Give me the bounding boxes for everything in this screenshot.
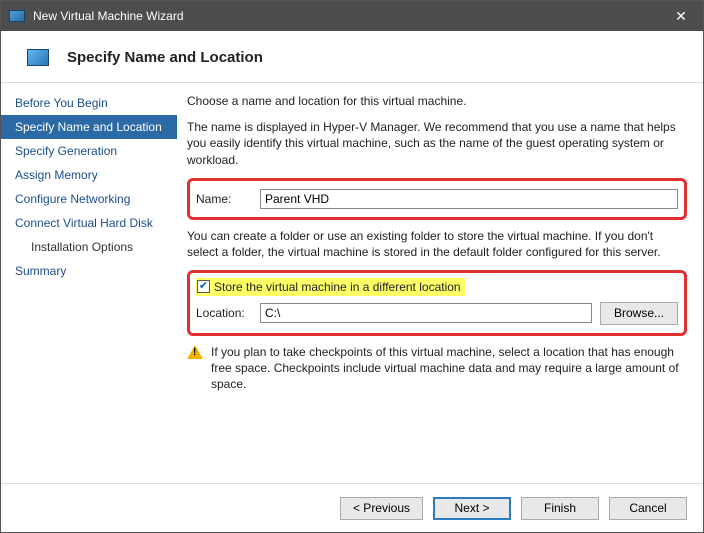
warning-row: If you plan to take checkpoints of this … <box>187 344 687 393</box>
window-title: New Virtual Machine Wizard <box>33 9 659 23</box>
wizard-content: Choose a name and location for this virt… <box>177 83 703 483</box>
wizard-header: Specify Name and Location <box>1 31 703 82</box>
titlebar: New Virtual Machine Wizard ✕ <box>1 1 703 31</box>
step-summary[interactable]: Summary <box>1 259 177 283</box>
step-specify-generation[interactable]: Specify Generation <box>1 139 177 163</box>
step-sidebar: Before You Begin Specify Name and Locati… <box>1 83 177 483</box>
app-icon <box>9 10 25 22</box>
next-button[interactable]: Next > <box>433 497 511 520</box>
step-assign-memory[interactable]: Assign Memory <box>1 163 177 187</box>
intro-text: Choose a name and location for this virt… <box>187 93 687 109</box>
step-connect-vhd[interactable]: Connect Virtual Hard Disk <box>1 211 177 235</box>
page-title: Specify Name and Location <box>67 49 263 66</box>
wizard-footer: < Previous Next > Finish Cancel <box>1 484 703 532</box>
finish-button[interactable]: Finish <box>521 497 599 520</box>
wizard-body: Before You Begin Specify Name and Locati… <box>1 82 703 484</box>
wizard-window: New Virtual Machine Wizard ✕ Specify Nam… <box>0 0 704 533</box>
location-input[interactable] <box>260 303 592 323</box>
location-highlight: ✔ Store the virtual machine in a differe… <box>187 270 687 336</box>
previous-button[interactable]: < Previous <box>340 497 423 520</box>
browse-button[interactable]: Browse... <box>600 302 678 325</box>
name-label: Name: <box>196 191 252 207</box>
name-highlight: Name: <box>187 178 687 220</box>
close-button[interactable]: ✕ <box>659 1 703 31</box>
name-help-text: The name is displayed in Hyper-V Manager… <box>187 119 687 168</box>
store-checkbox[interactable]: ✔ <box>197 280 210 293</box>
warning-text: If you plan to take checkpoints of this … <box>211 344 687 393</box>
location-row: Location: Browse... <box>196 302 678 325</box>
warning-icon <box>187 345 203 359</box>
folder-help-text: You can create a folder or use an existi… <box>187 228 687 260</box>
name-input[interactable] <box>260 189 678 209</box>
name-row: Name: <box>196 189 678 209</box>
cancel-button[interactable]: Cancel <box>609 497 687 520</box>
location-label: Location: <box>196 305 252 321</box>
store-checkbox-wrap[interactable]: ✔ Store the virtual machine in a differe… <box>196 278 465 296</box>
step-specify-name-location[interactable]: Specify Name and Location <box>1 115 177 139</box>
step-installation-options[interactable]: Installation Options <box>1 235 177 259</box>
step-configure-networking[interactable]: Configure Networking <box>1 187 177 211</box>
store-checkbox-label: Store the virtual machine in a different… <box>214 279 461 295</box>
vm-icon <box>27 49 49 66</box>
step-before-you-begin[interactable]: Before You Begin <box>1 91 177 115</box>
